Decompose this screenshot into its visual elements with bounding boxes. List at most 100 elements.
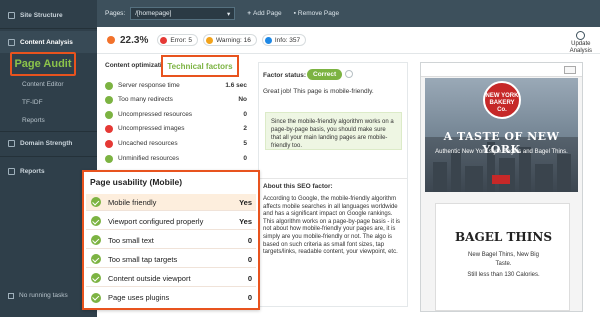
usability-row[interactable]: Too small text 0 bbox=[86, 232, 256, 249]
usability-value: 0 bbox=[247, 235, 252, 245]
factor-details-panel: Factor status: Correct Great job! This p… bbox=[258, 62, 408, 307]
usability-row[interactable]: Mobile friendly Yes bbox=[86, 194, 256, 211]
usability-label: Page uses plugins bbox=[108, 293, 170, 302]
factor-label: Uncached resources bbox=[118, 140, 178, 147]
factor-value: 5 bbox=[243, 140, 247, 147]
usability-row[interactable]: Viewport configured properly Yes bbox=[86, 213, 256, 230]
pages-dropdown-value: /[homepage] bbox=[135, 10, 172, 17]
factor-value: No bbox=[238, 96, 247, 103]
factor-row[interactable]: Too many redirects No bbox=[105, 93, 253, 106]
page-usability-callout: Page usability (Mobile) Mobile friendly … bbox=[82, 170, 260, 310]
warning-count: Warning: 16 bbox=[216, 36, 251, 44]
check-icon bbox=[91, 197, 101, 207]
panel-title: Content optimization bbox=[105, 62, 170, 69]
usability-row[interactable]: Too small tap targets 0 bbox=[86, 251, 256, 268]
factor-row[interactable]: Unminified resources 0 bbox=[105, 152, 253, 165]
sidebar-item-label: Page Audit bbox=[14, 58, 72, 70]
trash-icon: ▪ bbox=[293, 10, 296, 17]
usability-value: 0 bbox=[247, 273, 252, 283]
factor-value: 2 bbox=[243, 125, 247, 132]
preview-hero: NEW YORK BAKERY Co. A TASTE OF NEW YORK … bbox=[425, 78, 578, 192]
factor-value: 1.6 sec bbox=[225, 82, 247, 89]
domain-strength-icon bbox=[8, 139, 15, 147]
factor-row[interactable]: Uncached resources 5 bbox=[105, 137, 253, 150]
reports-icon bbox=[8, 167, 15, 175]
technical-factors-tab[interactable]: Technical factors bbox=[161, 55, 239, 77]
sidebar-item-label: Content Analysis bbox=[20, 38, 73, 46]
info-filter[interactable]: Info: 357 bbox=[261, 34, 307, 46]
factor-row[interactable]: Uncompressed images 2 bbox=[105, 122, 253, 135]
error-icon bbox=[105, 124, 113, 133]
about-title: About this SEO factor: bbox=[263, 183, 333, 190]
task-status: No running tasks bbox=[8, 292, 68, 299]
stats-bar: 22.3% Error: 5 Warning: 16 Info: 357 Upd… bbox=[97, 27, 600, 54]
sidebar-item-label: Domain Strength bbox=[20, 139, 73, 147]
factor-message: Great job! This page is mobile-friendly. bbox=[263, 88, 374, 95]
factor-status-label: Factor status: bbox=[263, 72, 306, 79]
usability-value: Yes bbox=[239, 197, 252, 207]
update-label: Analysis bbox=[569, 48, 592, 54]
sidebar-item-page-audit[interactable]: Page Audit bbox=[10, 52, 76, 76]
factor-label: Unminified resources bbox=[118, 155, 180, 162]
check-icon bbox=[105, 154, 113, 163]
sidebar-item-reports[interactable]: Reports bbox=[22, 117, 45, 124]
sidebar-divider bbox=[0, 156, 97, 157]
factor-label: Server response time bbox=[118, 82, 180, 89]
logo-text: NEW YORK bbox=[485, 93, 519, 99]
status-badge: Correct bbox=[307, 69, 343, 80]
hero-subtitle: Authentic New York style Bagels and Bage… bbox=[435, 149, 568, 155]
check-icon bbox=[105, 81, 113, 90]
card-line: Taste. bbox=[495, 261, 512, 267]
usability-label: Viewport configured properly bbox=[108, 216, 204, 226]
content-analysis-icon bbox=[8, 38, 15, 46]
usability-row[interactable]: Page uses plugins 0 bbox=[86, 289, 256, 306]
refresh-icon[interactable] bbox=[345, 70, 353, 78]
warning-icon bbox=[206, 36, 214, 44]
check-icon bbox=[91, 273, 101, 283]
remove-page-label: Remove Page bbox=[297, 10, 340, 17]
check-icon bbox=[91, 254, 101, 264]
usability-label: Content outside viewport bbox=[108, 273, 191, 283]
remove-page-button[interactable]: ▪ Remove Page bbox=[294, 10, 340, 17]
usability-label: Too small tap targets bbox=[108, 254, 178, 264]
sidebar-item-tf-idf[interactable]: TF-IDF bbox=[22, 99, 43, 106]
info-icon bbox=[264, 36, 272, 44]
update-analysis-button[interactable]: Update Analysis bbox=[570, 31, 592, 55]
mobile-preview: NEW YORK BAKERY Co. A TASTE OF NEW YORK … bbox=[420, 62, 583, 312]
hero-button bbox=[492, 175, 510, 184]
error-count: Error: 5 bbox=[170, 36, 193, 44]
site-structure-icon bbox=[8, 11, 15, 19]
sidebar-item-label: Reports bbox=[20, 167, 45, 175]
pages-label: Pages: bbox=[105, 10, 126, 17]
page-usability-title: Page usability (Mobile) bbox=[90, 177, 183, 187]
tasks-icon bbox=[8, 292, 14, 299]
app-window: Site Structure Content Analysis Page Aud… bbox=[0, 0, 600, 317]
error-filter[interactable]: Error: 5 bbox=[157, 34, 199, 46]
bakery-logo: NEW YORK BAKERY Co. bbox=[483, 81, 521, 119]
sidebar-item-site-structure[interactable]: Site Structure bbox=[0, 4, 97, 26]
usability-label: Too small text bbox=[108, 235, 154, 245]
sidebar-item-content-editor[interactable]: Content Editor bbox=[22, 81, 64, 88]
card-line: New Bagel Thins, New Big bbox=[468, 252, 539, 258]
add-page-button[interactable]: + Add Page bbox=[247, 10, 281, 17]
pages-dropdown[interactable]: /[homepage] ▾ bbox=[130, 7, 236, 20]
optimization-score: 22.3% bbox=[120, 34, 149, 46]
factor-label: Uncompressed resources bbox=[118, 111, 193, 118]
sidebar-item-domain-strength[interactable]: Domain Strength bbox=[0, 132, 97, 154]
sidebar-item-content-analysis[interactable]: Content Analysis bbox=[0, 31, 97, 53]
factor-row[interactable]: Uncompressed resources 0 bbox=[105, 108, 253, 121]
factor-label: Uncompressed images bbox=[118, 125, 185, 132]
factor-label: Too many redirects bbox=[118, 96, 173, 103]
preview-header bbox=[421, 63, 582, 77]
usability-label: Mobile friendly bbox=[108, 197, 157, 207]
task-status-label: No running tasks bbox=[19, 292, 68, 299]
error-icon bbox=[160, 36, 168, 44]
refresh-icon bbox=[576, 31, 586, 40]
logo-text: BAKERY Co. bbox=[489, 100, 515, 113]
factor-row[interactable]: Server response time 1.6 sec bbox=[105, 79, 253, 92]
check-icon bbox=[91, 235, 101, 245]
card-line: Still less than 130 Calories. bbox=[467, 272, 540, 278]
warning-filter[interactable]: Warning: 16 bbox=[203, 34, 257, 46]
card-title: BAGEL THINS bbox=[455, 230, 552, 244]
usability-row[interactable]: Content outside viewport 0 bbox=[86, 270, 256, 287]
